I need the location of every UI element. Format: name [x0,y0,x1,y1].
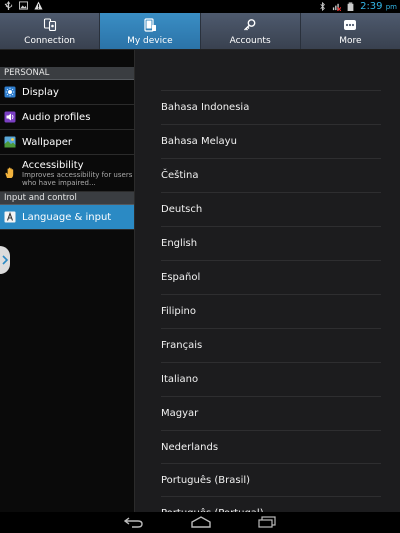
tab-my-device[interactable]: My device [100,13,201,49]
sidebar-item-label: Wallpaper [22,136,73,148]
language-item-espanol[interactable]: Español [161,260,381,294]
language-item-deutsch[interactable]: Deutsch [161,192,381,226]
sidebar-item-language-input[interactable]: Language & input [0,205,134,230]
no-signal-icon [332,3,342,11]
chevron-right-icon [2,255,9,265]
key-icon [244,19,256,31]
device-icon [144,18,156,32]
language-icon [4,211,16,223]
section-header-input-control: Input and control [0,192,134,205]
navigation-bar [0,512,400,533]
image-icon [19,1,28,10]
display-icon [4,86,16,98]
tab-more[interactable]: More [301,13,400,49]
section-header-personal: PERSONAL [0,67,134,80]
tab-label: My device [127,36,173,46]
language-item-francais[interactable]: Français [161,328,381,362]
recent-apps-icon[interactable] [258,516,276,528]
language-item-filipino[interactable]: Filipino [161,294,381,328]
clock: 2:39 pm [360,1,397,12]
tab-label: Connection [24,36,76,46]
usb-icon [4,1,13,10]
sidebar-item-text: Accessibility Improves accessibility for… [22,160,134,187]
sidebar-item-display[interactable]: Display [0,80,134,105]
connection-icon [43,18,56,32]
more-icon [344,20,357,30]
sidebar-item-label: Accessibility [22,159,84,171]
language-item-bahasa-indonesia[interactable]: Bahasa Indonesia [161,90,381,124]
back-icon[interactable] [124,516,144,528]
language-item-magyar[interactable]: Magyar [161,396,381,430]
language-item-italiano[interactable]: Italiano [161,362,381,396]
wallpaper-icon [4,136,16,148]
sidebar-item-audio-profiles[interactable]: Audio profiles [0,105,134,130]
language-item-nederlands[interactable]: Nederlands [161,430,381,464]
sidebar-top-spacer [0,50,134,67]
language-item-portugues-brasil[interactable]: Português (Brasil) [161,463,381,497]
sidebar-item-label: Audio profiles [22,111,91,123]
tab-bar: Connection My device Accounts More [0,13,400,50]
tab-connection[interactable]: Connection [0,13,101,49]
battery-icon [347,2,354,11]
sidebar: PERSONAL Display Audio profiles Wallpape… [0,50,134,512]
sidebar-item-wallpaper[interactable]: Wallpaper [0,130,134,155]
sidebar-item-label: Language & input [22,211,112,223]
language-list[interactable]: Bahasa Indonesia Bahasa Melayu Čeština D… [134,50,400,512]
language-item-bahasa-melayu[interactable]: Bahasa Melayu [161,124,381,158]
tab-accounts[interactable]: Accounts [201,13,301,49]
language-item-portugues-portugal[interactable]: Português (Portugal) [161,496,381,512]
sidebar-item-subtitle: Improves accessibility for users who hav… [22,170,133,187]
sidebar-item-label: Display [22,86,59,98]
language-item-cestina[interactable]: Čeština [161,158,381,192]
status-bar: 2:39 pm [0,0,400,13]
speaker-icon [4,111,16,123]
home-icon[interactable] [190,516,212,528]
bluetooth-icon [320,2,325,11]
tab-label: More [339,36,362,46]
sidebar-item-accessibility[interactable]: Accessibility Improves accessibility for… [0,155,134,192]
language-item-english[interactable]: English [161,226,381,260]
tab-label: Accounts [229,36,271,46]
hand-icon [5,167,14,178]
warning-icon [34,1,43,10]
